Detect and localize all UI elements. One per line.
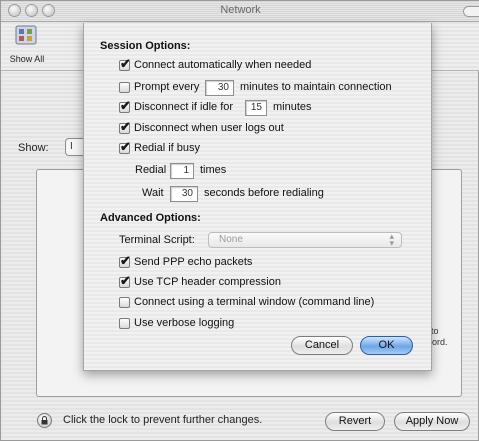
prompt-every-checkbox[interactable] — [119, 82, 130, 93]
apply-now-button[interactable]: Apply Now — [394, 412, 470, 431]
terminal-window-option[interactable]: Connect using a terminal window (command… — [119, 296, 419, 310]
checkmark-icon: ✔ — [120, 56, 131, 71]
disconnect-idle-option[interactable]: ✔ Disconnect if idle for 15 minutes — [119, 98, 379, 116]
terminal-script-value: None — [219, 234, 243, 245]
terminal-script-label: Terminal Script: — [119, 234, 195, 246]
disconnect-idle-suffix: minutes — [273, 101, 312, 113]
cancel-button[interactable]: Cancel — [291, 336, 353, 355]
show-label: Show: — [18, 142, 49, 154]
connect-automatically-label: Connect automatically when needed — [134, 59, 312, 71]
prompt-every-label: Prompt every — [134, 81, 200, 93]
disconnect-logout-label: Disconnect when user logs out — [134, 122, 284, 134]
ok-button[interactable]: OK — [360, 336, 413, 355]
send-ppp-echo-option[interactable]: ✔ Send PPP echo packets — [119, 253, 319, 270]
title-bar[interactable]: Network — [1, 1, 479, 22]
network-window: Network Show All Show: I to sword. Click… — [0, 0, 479, 441]
disconnect-logout-option[interactable]: ✔ Disconnect when user logs out — [119, 119, 379, 136]
redial-if-busy-option[interactable]: ✔ Redial if busy — [119, 139, 319, 156]
disconnect-idle-minutes-field[interactable]: 15 — [245, 100, 267, 116]
redial-suffix: times — [200, 164, 227, 176]
tcp-compression-label: Use TCP header compression — [134, 276, 281, 288]
checkmark-icon: ✔ — [120, 139, 131, 154]
toolbar-toggle-button[interactable] — [463, 6, 479, 17]
redial-if-busy-checkbox[interactable]: ✔ — [119, 139, 131, 154]
revert-button[interactable]: Revert — [325, 412, 385, 431]
disconnect-logout-checkbox[interactable]: ✔ — [119, 119, 131, 134]
checkmark-icon: ✔ — [120, 273, 131, 288]
verbose-logging-checkbox[interactable] — [119, 318, 130, 329]
ppp-options-sheet: Session Options: ✔ Connect automatically… — [83, 23, 432, 371]
tcp-compression-option[interactable]: ✔ Use TCP header compression — [119, 273, 339, 290]
terminal-window-label: Connect using a terminal window (command… — [134, 296, 375, 308]
prompt-every-minutes-field[interactable]: 30 — [205, 80, 234, 96]
verbose-logging-label: Use verbose logging — [134, 317, 235, 329]
lock-icon — [41, 416, 48, 425]
wait-seconds-field[interactable]: 30 — [170, 186, 198, 202]
checkmark-icon: ✔ — [120, 119, 131, 134]
show-all-icon — [15, 25, 37, 45]
redial-label: Redial — [135, 164, 167, 176]
stepper-arrows-icon: ▴ ▾ — [389, 231, 394, 248]
checkmark-icon: ✔ — [120, 253, 131, 268]
background-text: to — [431, 326, 439, 336]
send-ppp-echo-checkbox[interactable]: ✔ — [119, 253, 131, 268]
send-ppp-echo-label: Send PPP echo packets — [134, 256, 253, 268]
advanced-options-heading: Advanced Options: — [100, 212, 201, 224]
session-options-heading: Session Options: — [100, 40, 191, 52]
show-all-label: Show All — [9, 54, 45, 64]
tcp-compression-checkbox[interactable]: ✔ — [119, 273, 131, 288]
verbose-logging-option[interactable]: Use verbose logging — [119, 317, 319, 331]
terminal-script-select[interactable]: None ▴ ▾ — [208, 232, 402, 248]
disconnect-idle-label: Disconnect if idle for — [134, 101, 234, 113]
wait-label: Wait — [142, 187, 164, 199]
wait-suffix: seconds before redialing — [204, 187, 324, 199]
window-title: Network — [220, 4, 261, 16]
prompt-every-suffix: minutes to maintain connection — [240, 81, 392, 93]
redial-if-busy-label: Redial if busy — [134, 142, 201, 154]
redial-count-field[interactable]: 1 — [170, 163, 194, 179]
checkmark-icon: ✔ — [120, 98, 131, 113]
disconnect-idle-checkbox[interactable]: ✔ — [119, 98, 131, 113]
terminal-window-checkbox[interactable] — [119, 297, 130, 308]
connect-automatically-checkbox[interactable]: ✔ — [119, 56, 131, 71]
lock-button[interactable] — [37, 413, 52, 428]
show-all-button[interactable]: Show All — [7, 25, 47, 67]
lock-status-text: Click the lock to prevent further change… — [63, 414, 263, 426]
prompt-every-option[interactable]: Prompt every 30 minutes to maintain conn… — [119, 80, 419, 96]
connect-automatically-option[interactable]: ✔ Connect automatically when needed — [119, 56, 399, 73]
